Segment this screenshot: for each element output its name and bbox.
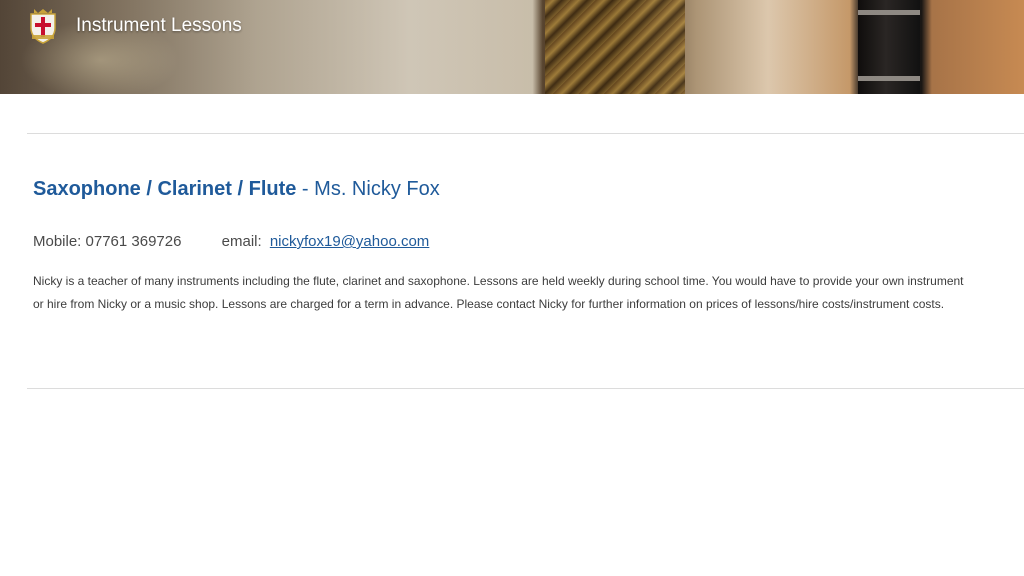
header-banner: Instrument Lessons (0, 0, 1024, 94)
email-link[interactable]: nickyfox19@yahoo.com (270, 233, 429, 250)
instruments-label: Saxophone / Clarinet / Flute (33, 178, 297, 200)
contact-line: Mobile: 07761 369726 email: nickyfox19@y… (33, 233, 429, 250)
lesson-description: Nicky is a teacher of many instruments i… (33, 274, 964, 311)
mobile-number: Mobile: 07761 369726 (33, 233, 182, 250)
teacher-name: Ms. Nicky Fox (314, 178, 440, 200)
section-divider (27, 388, 1024, 389)
school-crest-icon[interactable] (28, 8, 58, 44)
heading-separator: - (296, 178, 315, 200)
section-divider (27, 133, 1024, 134)
site-title[interactable]: Instrument Lessons (76, 15, 242, 37)
lesson-heading: Saxophone / Clarinet / Flute - Ms. Nicky… (33, 178, 440, 201)
email-label: email: (221, 233, 262, 250)
